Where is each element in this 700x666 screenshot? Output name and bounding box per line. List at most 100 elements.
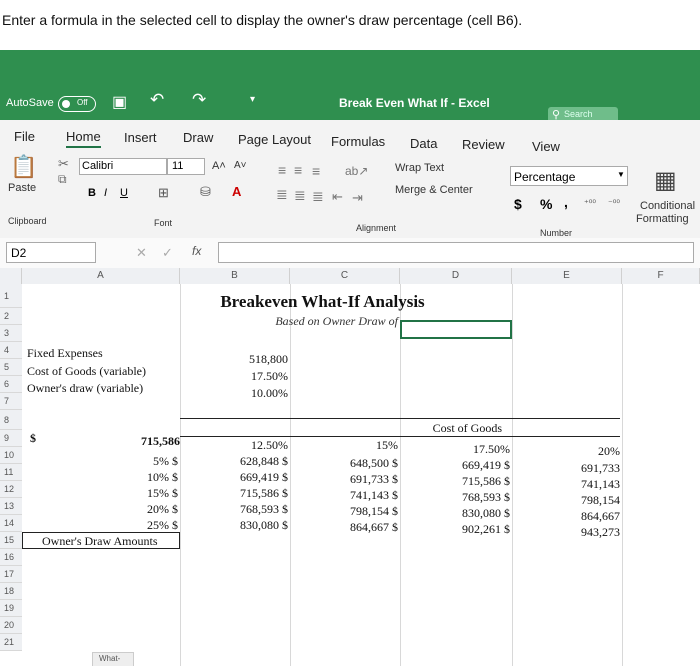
formatting-label[interactable]: Formatting bbox=[636, 213, 689, 225]
table-cell[interactable]: 943,273 bbox=[512, 525, 620, 540]
percent-button[interactable]: % bbox=[540, 196, 552, 212]
cancel-icon[interactable]: ✕ bbox=[136, 245, 147, 261]
tab-review[interactable]: Review bbox=[462, 137, 505, 152]
paste-label[interactable]: Paste bbox=[8, 182, 36, 194]
col-pct-1[interactable]: 12.50% bbox=[180, 438, 288, 453]
row-pct-4[interactable]: 20% $ bbox=[60, 502, 178, 517]
decrease-decimal-icon[interactable]: ⁻⁰⁰ bbox=[608, 198, 620, 209]
italic-button[interactable]: I bbox=[104, 187, 107, 199]
align-bottom-icon[interactable]: ≡ bbox=[312, 163, 320, 179]
row-header-7[interactable]: 7 bbox=[0, 393, 22, 410]
comma-button[interactable]: , bbox=[564, 194, 568, 210]
fixed-expenses-value[interactable]: 518,800 bbox=[180, 352, 288, 367]
font-name-select[interactable]: Calibri bbox=[79, 158, 167, 175]
tab-insert[interactable]: Insert bbox=[124, 130, 157, 145]
row-header-19[interactable]: 19 bbox=[0, 600, 22, 617]
row-header-2[interactable]: 2 bbox=[0, 308, 22, 325]
align-right-icon[interactable]: ≣ bbox=[312, 188, 324, 205]
align-middle-icon[interactable]: ≡ bbox=[294, 162, 302, 178]
row-header-16[interactable]: 16 bbox=[0, 549, 22, 566]
row-pct-3[interactable]: 15% $ bbox=[60, 486, 178, 501]
row-header-10[interactable]: 10 bbox=[0, 447, 22, 464]
table-cell[interactable]: 628,848 $ bbox=[180, 454, 288, 469]
increase-indent-icon[interactable]: ⇥ bbox=[352, 190, 363, 206]
table-cell[interactable]: 691,733 $ bbox=[290, 472, 398, 487]
tab-formulas[interactable]: Formulas bbox=[331, 134, 385, 149]
col-pct-3[interactable]: 17.50% bbox=[400, 442, 510, 457]
customize-toolbar-icon[interactable]: ▾ bbox=[250, 94, 255, 105]
sheet-tab[interactable]: What- bbox=[92, 652, 134, 666]
column-header-e[interactable]: E bbox=[512, 268, 622, 284]
table-cell[interactable]: 768,593 $ bbox=[180, 502, 288, 517]
column-header-c[interactable]: C bbox=[290, 268, 400, 284]
row-header-1[interactable]: 1 bbox=[0, 284, 22, 308]
grow-font-icon[interactable]: A˄ bbox=[212, 160, 226, 172]
undo-icon[interactable]: ↶ bbox=[150, 90, 164, 110]
column-header-f[interactable]: F bbox=[622, 268, 700, 284]
merge-center-button[interactable]: Merge & Center bbox=[395, 184, 473, 196]
col-pct-2[interactable]: 15% bbox=[290, 438, 398, 453]
cut-icon[interactable]: ✂ bbox=[58, 156, 69, 172]
currency-button[interactable]: $ bbox=[514, 196, 522, 212]
tab-file[interactable]: File bbox=[14, 129, 35, 144]
redo-icon[interactable]: ↷ bbox=[192, 90, 206, 110]
row-header-5[interactable]: 5 bbox=[0, 359, 22, 376]
align-center-icon[interactable]: ≣ bbox=[294, 187, 306, 204]
table-cell[interactable]: 902,261 $ bbox=[400, 522, 510, 537]
table-cell[interactable]: 864,667 $ bbox=[290, 520, 398, 535]
orientation-icon[interactable]: ab↗ bbox=[345, 164, 368, 178]
row-header-9[interactable]: 9 bbox=[0, 430, 22, 447]
selected-cell-d2[interactable] bbox=[400, 320, 512, 339]
save-icon[interactable]: ▣ bbox=[112, 92, 127, 112]
copy-icon[interactable]: ⧉ bbox=[58, 172, 67, 187]
underline-button[interactable]: U bbox=[120, 187, 128, 199]
select-all-corner[interactable] bbox=[0, 268, 22, 284]
align-left-icon[interactable]: ≣ bbox=[276, 186, 288, 203]
tab-draw[interactable]: Draw bbox=[183, 130, 213, 145]
row-header-21[interactable]: 21 bbox=[0, 634, 22, 651]
row-header-8[interactable]: 8 bbox=[0, 410, 22, 430]
column-header-a[interactable]: A bbox=[22, 268, 180, 284]
enter-icon[interactable]: ✓ bbox=[162, 245, 173, 261]
table-cell[interactable]: 830,080 $ bbox=[180, 518, 288, 533]
table-cell[interactable]: 669,419 $ bbox=[400, 458, 510, 473]
increase-decimal-icon[interactable]: ⁺⁰⁰ bbox=[584, 198, 596, 209]
tab-data[interactable]: Data bbox=[410, 136, 437, 151]
row-header-11[interactable]: 11 bbox=[0, 464, 22, 481]
row-header-15[interactable]: 15 bbox=[0, 532, 22, 549]
row-header-4[interactable]: 4 bbox=[0, 342, 22, 359]
autosave-toggle[interactable]: Off bbox=[58, 96, 96, 112]
table-cell[interactable]: 798,154 $ bbox=[290, 504, 398, 519]
column-header-b[interactable]: B bbox=[180, 268, 290, 284]
fill-color-icon[interactable]: ⛁ bbox=[200, 184, 211, 200]
tab-home[interactable]: Home bbox=[66, 129, 101, 148]
tab-view[interactable]: View bbox=[532, 139, 560, 154]
table-cell[interactable]: 741,143 bbox=[512, 477, 620, 492]
cogs-value[interactable]: 17.50% bbox=[180, 369, 288, 384]
decrease-indent-icon[interactable]: ⇤ bbox=[332, 189, 343, 205]
font-size-select[interactable]: 11 bbox=[167, 158, 205, 175]
wrap-text-button[interactable]: Wrap Text bbox=[395, 162, 444, 174]
align-top-icon[interactable]: ≡ bbox=[278, 162, 286, 178]
row-pct-1[interactable]: 5% $ bbox=[60, 454, 178, 469]
table-cell[interactable]: 669,419 $ bbox=[180, 470, 288, 485]
owners-draw-value[interactable]: 10.00% bbox=[180, 386, 288, 401]
table-cell[interactable]: 648,500 $ bbox=[290, 456, 398, 471]
table-cell[interactable]: 741,143 $ bbox=[290, 488, 398, 503]
row-header-17[interactable]: 17 bbox=[0, 566, 22, 583]
row-header-12[interactable]: 12 bbox=[0, 481, 22, 498]
row-header-18[interactable]: 18 bbox=[0, 583, 22, 600]
conditional-formatting-icon[interactable]: ▦ bbox=[654, 166, 677, 195]
insert-function-icon[interactable]: fx bbox=[192, 244, 201, 258]
row-pct-5[interactable]: 25% $ bbox=[60, 518, 178, 533]
borders-icon[interactable]: ⊞ bbox=[158, 185, 169, 201]
table-cell[interactable]: 715,586 $ bbox=[400, 474, 510, 489]
table-cell[interactable]: 798,154 bbox=[512, 493, 620, 508]
row-pct-2[interactable]: 10% $ bbox=[60, 470, 178, 485]
corner-value[interactable]: 715,586 bbox=[80, 434, 180, 449]
tab-page-layout[interactable]: Page Layout bbox=[238, 132, 311, 147]
number-format-select[interactable]: Percentage ▼ bbox=[510, 166, 628, 186]
row-header-3[interactable]: 3 bbox=[0, 325, 22, 342]
paste-icon[interactable]: 📋 bbox=[10, 154, 37, 180]
conditional-label[interactable]: Conditional bbox=[640, 200, 695, 212]
